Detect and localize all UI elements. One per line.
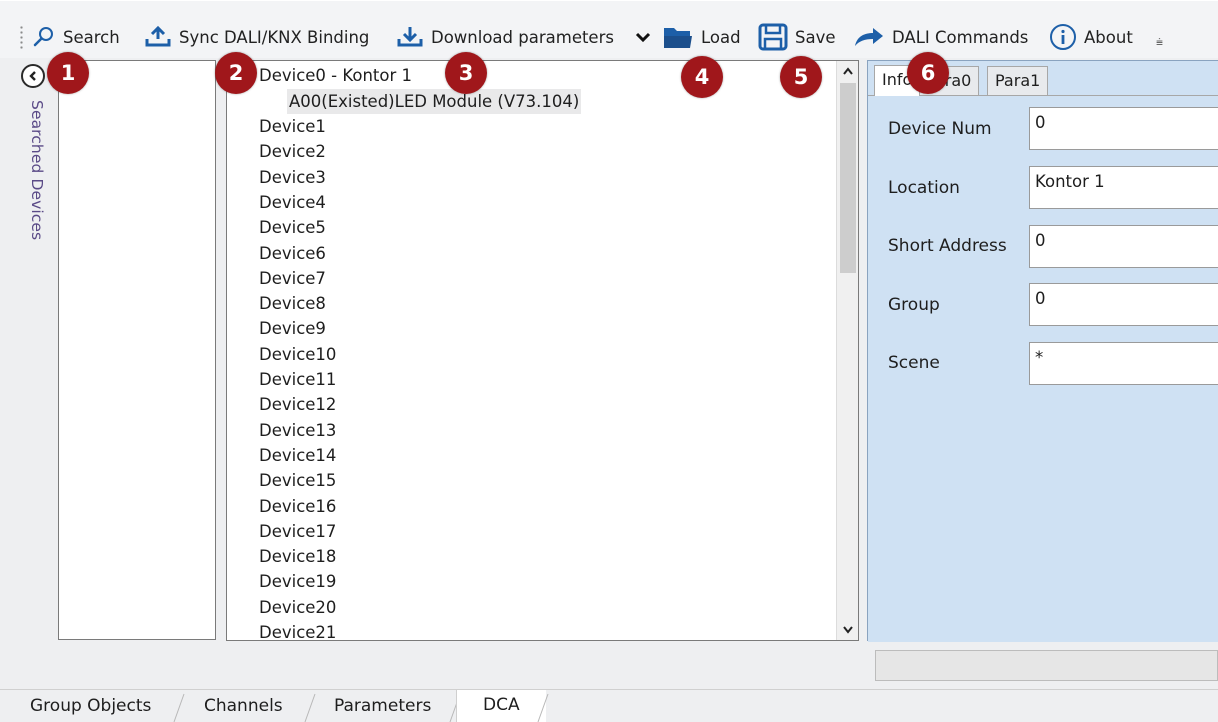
collapse-panel-button[interactable] [21, 64, 45, 88]
tab-separator [304, 693, 316, 722]
chevron-left-icon [29, 71, 36, 81]
short-address-label: Short Address [888, 236, 1007, 256]
tree-item-device[interactable]: Device17 [259, 519, 336, 544]
tree-item-device[interactable]: Device8 [259, 291, 326, 316]
dali-commands-button[interactable]: DALI Commands [853, 21, 1028, 53]
dali-commands-label: DALI Commands [892, 27, 1029, 47]
download-icon [397, 27, 423, 47]
tree-item-device[interactable]: Device10 [259, 342, 336, 367]
tab-para1[interactable]: Para1 [987, 66, 1049, 95]
tab-channels[interactable]: Channels [204, 691, 283, 722]
save-button[interactable]: Save [758, 21, 836, 53]
tree-scrollbar[interactable] [836, 61, 858, 640]
about-label: About [1084, 27, 1133, 47]
search-button[interactable]: Search [32, 21, 120, 53]
search-label: Search [63, 27, 120, 47]
callout-badge-2: 2 [215, 52, 257, 94]
status-progress-bar [875, 650, 1218, 681]
tree-item-device[interactable]: Device21 [259, 620, 336, 640]
group-label: Group [888, 295, 940, 315]
scroll-down-button[interactable] [837, 620, 858, 640]
tree-item-device[interactable]: Device4 [259, 190, 326, 215]
sync-binding-button[interactable]: Sync DALI/KNX Binding [144, 21, 369, 53]
device-num-field[interactable]: 0 [1029, 107, 1218, 150]
scroll-up-button[interactable] [837, 61, 858, 81]
scene-label: Scene [888, 353, 940, 373]
device-detail-panel: Info Para0 Para1 Device Num 0 Location K… [867, 60, 1218, 642]
tab-separator [537, 693, 549, 722]
tree-item-device[interactable]: Device14 [259, 443, 336, 468]
chevron-down-icon [635, 32, 651, 43]
tree-item-device[interactable]: Device7 [259, 266, 326, 291]
chevron-up-icon [842, 67, 853, 75]
tree-item-device[interactable]: Device2 [259, 139, 326, 164]
load-button[interactable]: Load [662, 21, 741, 53]
tree-item-device[interactable]: Device11 [259, 367, 336, 392]
search-icon [33, 27, 53, 47]
tree-item-device[interactable]: Device5 [259, 215, 326, 240]
callout-badge-6: 6 [907, 52, 949, 94]
tree-item-device[interactable]: Device15 [259, 468, 336, 493]
main-toolbar: Search Sync DALI/KNX Binding Download pa… [0, 0, 1218, 58]
tree-item-device[interactable]: Device12 [259, 392, 336, 417]
tree-item-device[interactable]: Device1 [259, 114, 326, 139]
tree-item-device[interactable]: Device16 [259, 494, 336, 519]
tree-item-led-module[interactable]: A00(Existed)LED Module (V73.104) [287, 89, 582, 114]
tab-parameters[interactable]: Parameters [334, 691, 431, 722]
tab-group-objects[interactable]: Group Objects [30, 691, 151, 722]
download-dropdown-button[interactable] [635, 21, 651, 53]
tree-item-device0[interactable]: Device0 - Kontor 1 [259, 63, 412, 88]
save-disk-icon [758, 23, 788, 51]
tree-item-device[interactable]: Device19 [259, 569, 336, 594]
upload-sync-icon [145, 25, 171, 47]
location-field[interactable]: Kontor 1 [1029, 166, 1218, 209]
tab-separator [173, 693, 185, 722]
chevron-down-icon [842, 626, 853, 634]
toolbar-overflow-button[interactable]: ⩧ [1156, 35, 1166, 49]
download-parameters-label: Download parameters [431, 27, 614, 47]
callout-badge-1: 1 [47, 52, 89, 94]
tab-dca[interactable]: DCA [456, 690, 546, 722]
tree-item-device[interactable]: Device6 [259, 241, 326, 266]
searched-devices-side-tab[interactable]: Searched Devices [22, 100, 46, 260]
sync-binding-label: Sync DALI/KNX Binding [179, 27, 370, 47]
device-num-label: Device Num [888, 119, 992, 139]
tree-item-device[interactable]: Device18 [259, 544, 336, 569]
device-tree[interactable]: Device0 - Kontor 1 A00(Existed)LED Modul… [226, 60, 859, 641]
tree-item-device[interactable]: Device9 [259, 316, 326, 341]
tree-item-device[interactable]: Device3 [259, 165, 326, 190]
tree-item-device[interactable]: Device13 [259, 418, 336, 443]
toolbar-grip[interactable] [20, 25, 23, 49]
callout-badge-5: 5 [780, 56, 822, 98]
tree-item-device[interactable]: Device20 [259, 595, 336, 620]
scene-field[interactable]: * [1029, 342, 1218, 385]
share-arrow-icon [855, 28, 883, 46]
group-field[interactable]: 0 [1029, 283, 1218, 326]
short-address-field[interactable]: 0 [1029, 225, 1218, 268]
load-label: Load [701, 27, 741, 47]
callout-badge-3: 3 [445, 52, 487, 94]
info-icon [1050, 24, 1076, 50]
callout-badge-4: 4 [681, 56, 723, 98]
info-tab-content: Device Num 0 Location Kontor 1 Short Add… [868, 95, 1218, 642]
folder-icon [664, 28, 692, 48]
searched-devices-list[interactable] [58, 60, 216, 640]
about-button[interactable]: About [1049, 21, 1133, 53]
scroll-thumb[interactable] [840, 83, 856, 273]
location-label: Location [888, 178, 960, 198]
download-parameters-button[interactable]: Download parameters [396, 21, 614, 53]
save-label: Save [795, 27, 836, 47]
